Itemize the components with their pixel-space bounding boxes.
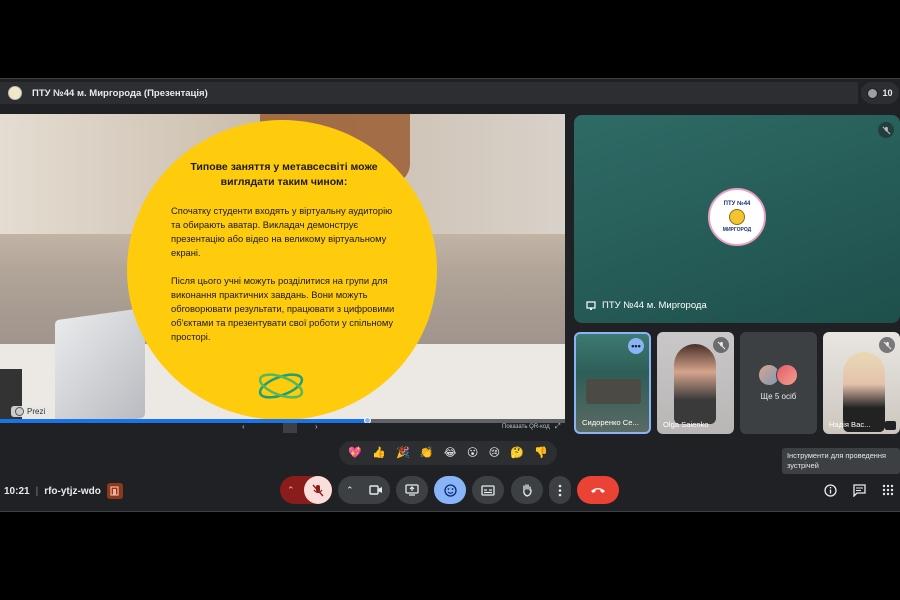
more-vert-icon xyxy=(558,484,562,496)
reaction-sad-icon[interactable]: 😢 xyxy=(489,447,500,459)
control-bar: 10:21 | rfo-ytjz-wdo ⌃ ⌃ xyxy=(0,476,900,504)
more-participants-label: Ще 5 осіб xyxy=(760,392,797,401)
presenter-avatar xyxy=(8,86,22,100)
logo-text-top: ПТУ №44 xyxy=(723,201,751,207)
info-icon xyxy=(823,483,837,497)
meeting-details-button[interactable] xyxy=(820,476,840,504)
presentation-title-bar: ПТУ №44 м. Миргорода (Презентація) xyxy=(0,82,858,104)
meeting-room-video xyxy=(586,379,641,404)
captions-icon xyxy=(481,484,495,496)
presenting-icon xyxy=(586,300,596,310)
reaction-thinking-icon[interactable]: 🤔 xyxy=(510,447,524,459)
background-laptop xyxy=(55,307,145,422)
prev-slide-button[interactable]: ‹ xyxy=(242,422,245,431)
audio-options-chevron-icon[interactable]: ⌃ xyxy=(287,485,295,496)
meeting-time: 10:21 xyxy=(4,485,30,497)
fullscreen-icon[interactable]: ⤢ xyxy=(555,423,561,431)
present-screen-button[interactable] xyxy=(396,476,428,504)
slide-text-circle: Типове заняття у метавсесвіті може вигля… xyxy=(127,120,437,420)
participant-name-main-text: ПТУ №44 м. Миргорода xyxy=(602,300,707,311)
participant-name-1: Сидоренко Се... xyxy=(582,418,639,427)
prezi-watermark-text: Prezi xyxy=(27,407,46,416)
pin-tile-icon[interactable] xyxy=(885,421,896,430)
muted-mic-icon xyxy=(878,122,894,138)
participant-name-4: Надія Вас... xyxy=(829,420,871,429)
presentation-nav: ‹ › Показать QR-код ⤢ xyxy=(0,422,565,433)
next-slide-button[interactable]: › xyxy=(315,422,318,431)
participant-video-2 xyxy=(674,344,716,424)
separator: | xyxy=(35,485,39,497)
camera-button[interactable] xyxy=(362,476,390,504)
chat-button[interactable] xyxy=(849,476,869,504)
meeting-info: 10:21 | rfo-ytjz-wdo xyxy=(4,483,123,499)
camera-controls: ⌃ xyxy=(338,476,390,504)
slide-heading: Типове заняття у метавсесвіті може вигля… xyxy=(190,161,378,188)
hang-up-icon xyxy=(591,488,605,493)
raise-hand-button[interactable] xyxy=(511,476,543,504)
more-options-icon[interactable]: ••• xyxy=(628,338,644,354)
reaction-thumbs-down-icon[interactable]: 👎 xyxy=(534,447,548,459)
participant-tile-main[interactable]: ПТУ №44 МИРГОРОД ПТУ №44 м. Миргорода xyxy=(574,115,900,323)
meeting-tools-tooltip: Інструменти для проведення зустрічей xyxy=(782,448,900,474)
reactions-button[interactable] xyxy=(434,476,466,504)
prezi-watermark: Prezi xyxy=(11,406,50,417)
reactions-bar: 💖 👍 🎉 👏 😂 😮 😢 🤔 👎 xyxy=(339,441,557,465)
reaction-heart-icon[interactable]: 💖 xyxy=(348,447,362,459)
mic-off-button[interactable] xyxy=(304,476,332,504)
participant-avatar-icon xyxy=(867,87,879,99)
participant-name-main: ПТУ №44 м. Миргорода xyxy=(586,300,707,311)
prezi-mark-icon xyxy=(15,407,24,416)
meeting-tools-button[interactable] xyxy=(878,476,898,504)
hand-icon xyxy=(523,484,532,497)
logo-text-bottom: МИРГОРОД xyxy=(722,227,752,233)
more-participants-tile[interactable]: Ще 5 осіб xyxy=(740,332,817,434)
reaction-surprised-icon[interactable]: 😮 xyxy=(467,447,478,459)
participants-button[interactable]: 10 xyxy=(861,82,899,104)
prezi-logo-icon xyxy=(258,373,304,399)
show-qr-button[interactable]: Показать QR-код xyxy=(502,424,550,430)
apps-grid-icon xyxy=(882,484,894,496)
muted-mic-icon xyxy=(879,337,895,353)
chat-icon xyxy=(852,483,866,497)
present-icon xyxy=(405,484,419,496)
participants-count: 10 xyxy=(882,88,893,98)
participant-avatars xyxy=(758,364,798,386)
more-options-button[interactable] xyxy=(549,476,571,504)
meeting-code[interactable]: rfo-ytjz-wdo xyxy=(44,486,101,497)
logo-emblem-icon xyxy=(729,209,745,225)
slide-thumbnail[interactable] xyxy=(283,423,297,433)
muted-mic-icon xyxy=(713,337,729,353)
reaction-thumbs-up-icon[interactable]: 👍 xyxy=(372,447,386,459)
participant-tile-1[interactable]: ••• Сидоренко Се... xyxy=(574,332,651,434)
microphone-controls: ⌃ xyxy=(280,476,332,504)
participant-tile-2[interactable]: Olga Saienko xyxy=(657,332,734,434)
participant-name-2: Olga Saienko xyxy=(663,420,709,429)
participant-tile-4[interactable]: Надія Вас... xyxy=(823,332,900,434)
door-icon[interactable] xyxy=(106,483,123,499)
slide-paragraph-2: Після цього учні можуть розділитися на г… xyxy=(171,275,395,342)
school-logo: ПТУ №44 МИРГОРОД xyxy=(708,188,766,246)
slide-paragraph-1: Спочатку студенти входять у віртуальну а… xyxy=(171,205,393,258)
video-options-chevron-icon[interactable]: ⌃ xyxy=(346,485,354,496)
leave-call-button[interactable] xyxy=(577,476,619,504)
avatar xyxy=(776,364,798,386)
reaction-party-icon[interactable]: 🎉 xyxy=(396,447,410,459)
reaction-clap-icon[interactable]: 👏 xyxy=(420,447,434,459)
emoji-icon xyxy=(443,483,457,497)
presentation-title: ПТУ №44 м. Миргорода (Презентація) xyxy=(32,87,208,99)
reaction-laugh-icon[interactable]: 😂 xyxy=(444,447,457,459)
captions-button[interactable] xyxy=(472,476,504,504)
